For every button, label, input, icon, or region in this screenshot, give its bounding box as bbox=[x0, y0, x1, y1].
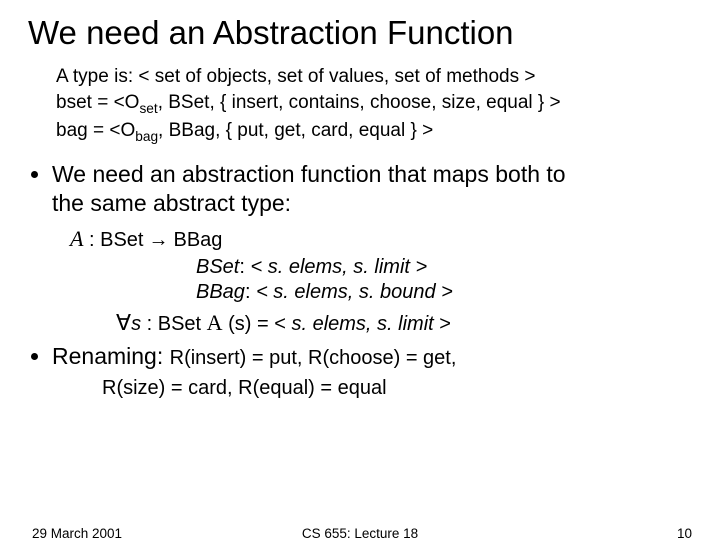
bbag-body: < s. elems, s. bound > bbox=[256, 281, 453, 303]
afun-range: BBag bbox=[173, 229, 222, 251]
arrow-icon: → bbox=[143, 229, 173, 251]
bullet-list: We need an abstraction function that map… bbox=[34, 160, 700, 218]
bullet1-line2: the same abstract type: bbox=[52, 189, 700, 218]
type-definition-block: A type is: < set of objects, set of valu… bbox=[56, 64, 700, 146]
bag-post: , BBag, { put, get, card, equal } > bbox=[158, 120, 433, 141]
bullet-renaming: Renaming: R(insert) = put, R(choose) = g… bbox=[52, 342, 700, 371]
bset-post: , BSet, { insert, contains, choose, size… bbox=[158, 92, 561, 113]
forall-s: s bbox=[131, 313, 141, 335]
bset-colon: : bbox=[239, 256, 250, 278]
forall-line: ∀s : BSet A (s) = < s. elems, s. limit > bbox=[116, 310, 700, 336]
slide-title: We need an Abstraction Function bbox=[28, 14, 700, 52]
footer-page: 10 bbox=[677, 526, 692, 541]
bset-label: BSet bbox=[196, 256, 239, 278]
renaming-continuation: R(size) = card, R(equal) = equal bbox=[102, 377, 700, 400]
bbag-colon: : bbox=[245, 281, 256, 303]
forall-paren: (s) = < bbox=[223, 313, 292, 335]
bset-pre: bset = <O bbox=[56, 92, 139, 113]
forall-close: > bbox=[434, 313, 451, 335]
forall-icon: ∀ bbox=[116, 310, 131, 335]
bset-def: BSet: < s. elems, s. limit > bbox=[196, 256, 700, 279]
footer-course: CS 655: Lecture 18 bbox=[0, 526, 720, 541]
bbag-label: BBag bbox=[196, 281, 245, 303]
afun-domain: : BSet bbox=[83, 229, 143, 251]
bset-body: < s. elems, s. limit > bbox=[250, 256, 427, 278]
bag-sub: bag bbox=[135, 129, 158, 144]
script-a: A bbox=[70, 226, 83, 251]
bag-pre: bag = <O bbox=[56, 120, 135, 141]
forall-a: A bbox=[207, 310, 223, 335]
bullet1-line1: We need an abstraction function that map… bbox=[52, 161, 566, 187]
bullet-list-2: Renaming: R(insert) = put, R(choose) = g… bbox=[34, 342, 700, 371]
forall-body: s. elems, s. limit bbox=[291, 313, 433, 335]
abstraction-function: A : BSet → BBag bbox=[70, 226, 700, 252]
renaming-inline: R(insert) = put, R(choose) = get, bbox=[170, 347, 457, 369]
type-line-1: A type is: < set of objects, set of valu… bbox=[56, 64, 700, 90]
forall-bset: BSet bbox=[158, 313, 201, 335]
bullet-abstraction: We need an abstraction function that map… bbox=[52, 160, 700, 218]
forall-colon: : bbox=[141, 313, 158, 335]
bset-sub: set bbox=[139, 100, 157, 115]
renaming-lead: Renaming: bbox=[52, 343, 170, 369]
type-line-3: bag = <Obag, BBag, { put, get, card, equ… bbox=[56, 118, 700, 146]
type-line-2: bset = <Oset, BSet, { insert, contains, … bbox=[56, 90, 700, 118]
bbag-def: BBag: < s. elems, s. bound > bbox=[196, 281, 700, 304]
definitions: BSet: < s. elems, s. limit > BBag: < s. … bbox=[20, 256, 700, 336]
